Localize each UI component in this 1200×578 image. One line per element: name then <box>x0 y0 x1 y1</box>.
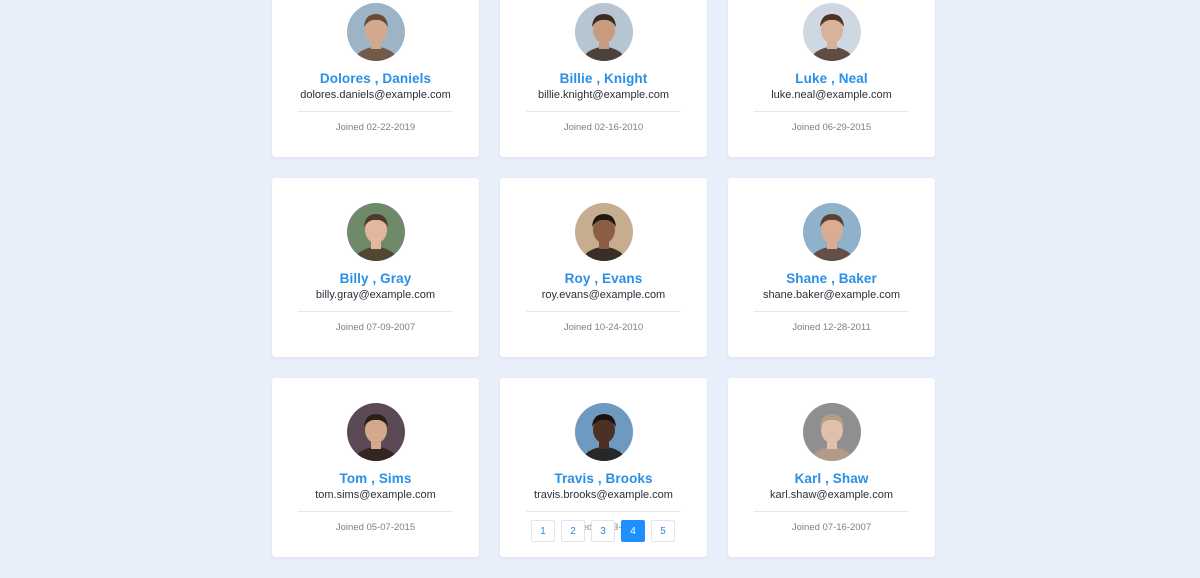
card-divider <box>754 511 909 512</box>
user-card[interactable]: Roy , Evans roy.evans@example.com Joined 1… <box>500 178 707 357</box>
avatar <box>574 3 633 61</box>
card-divider <box>298 311 453 312</box>
card-row: Billy , Gray billy.gray@example.com Joined… <box>272 178 935 357</box>
page-button-4[interactable]: 4 <box>621 520 645 542</box>
user-email: travis.brooks@example.com <box>534 489 673 501</box>
user-email: karl.shaw@example.com <box>769 489 894 501</box>
user-email: shane.baker@example.com <box>762 289 901 301</box>
user-card[interactable]: Billie , Knight billie.knight@example.com… <box>500 0 707 157</box>
user-name: Roy , Evans <box>564 271 643 286</box>
page-button-5[interactable]: 5 <box>651 520 675 542</box>
avatar <box>346 203 405 261</box>
card-row: Dolores , Daniels dolores.daniels@example… <box>272 0 935 157</box>
avatar <box>574 203 633 261</box>
avatar-photo <box>802 203 861 261</box>
avatar <box>574 403 633 461</box>
user-email: tom.sims@example.com <box>315 489 436 501</box>
card-divider <box>526 111 681 112</box>
user-name: Karl , Shaw <box>794 471 869 486</box>
page-button-2[interactable]: 2 <box>561 520 585 542</box>
page-button-3[interactable]: 3 <box>591 520 615 542</box>
avatar <box>802 203 861 261</box>
avatar <box>346 3 405 61</box>
user-name: Billy , Gray <box>339 271 412 286</box>
user-name: Travis , Brooks <box>554 471 653 486</box>
join-date: Joined 12-28-2011 <box>792 322 871 333</box>
user-name: Billie , Knight <box>559 71 648 86</box>
user-email: dolores.daniels@example.com <box>300 89 451 101</box>
avatar-photo <box>802 3 861 61</box>
avatar <box>802 3 861 61</box>
card-divider <box>298 111 453 112</box>
user-card[interactable]: Karl , Shaw karl.shaw@example.com Joined 0… <box>728 378 935 557</box>
user-name: Luke , Neal <box>795 71 868 86</box>
user-card[interactable]: Dolores , Daniels dolores.daniels@example… <box>272 0 479 157</box>
avatar <box>346 403 405 461</box>
avatar-photo <box>574 203 633 261</box>
user-name: Tom , Sims <box>339 471 412 486</box>
user-card[interactable]: Tom , Sims tom.sims@example.com Joined 05-… <box>272 378 479 557</box>
card-divider <box>526 511 681 512</box>
user-card[interactable]: Shane , Baker shane.baker@example.com Join… <box>728 178 935 357</box>
join-date: Joined 02-16-2010 <box>563 122 644 133</box>
card-divider <box>298 511 453 512</box>
join-date: Joined 06-29-2015 <box>791 122 872 133</box>
user-email: billy.gray@example.com <box>315 289 436 301</box>
pagination: 12345 <box>531 520 675 542</box>
user-email: roy.evans@example.com <box>541 289 666 301</box>
card-divider <box>754 311 909 312</box>
user-card-grid: Dolores , Daniels dolores.daniels@example… <box>272 0 935 578</box>
join-date: Joined 07-16-2007 <box>791 522 872 533</box>
user-name: Shane , Baker <box>786 271 877 286</box>
join-date: Joined 02-22-2019 <box>335 122 416 133</box>
avatar-photo <box>574 403 633 461</box>
join-date: Joined 07-09-2007 <box>335 322 416 333</box>
card-divider <box>526 311 681 312</box>
card-divider <box>754 111 909 112</box>
user-email: billie.knight@example.com <box>537 89 669 101</box>
avatar-photo <box>346 203 405 261</box>
user-card[interactable]: Luke , Neal luke.neal@example.com Joined 0… <box>728 0 935 157</box>
avatar-photo <box>802 403 861 461</box>
user-name: Dolores , Daniels <box>319 71 432 86</box>
avatar-photo <box>574 3 633 61</box>
user-card[interactable]: Billy , Gray billy.gray@example.com Joined… <box>272 178 479 357</box>
page-button-1[interactable]: 1 <box>531 520 555 542</box>
join-date: Joined 10-24-2010 <box>563 322 644 333</box>
user-email: luke.neal@example.com <box>771 89 892 101</box>
avatar <box>802 403 861 461</box>
avatar-photo <box>346 3 405 61</box>
avatar-photo <box>346 403 405 461</box>
join-date: Joined 05-07-2015 <box>335 522 416 533</box>
